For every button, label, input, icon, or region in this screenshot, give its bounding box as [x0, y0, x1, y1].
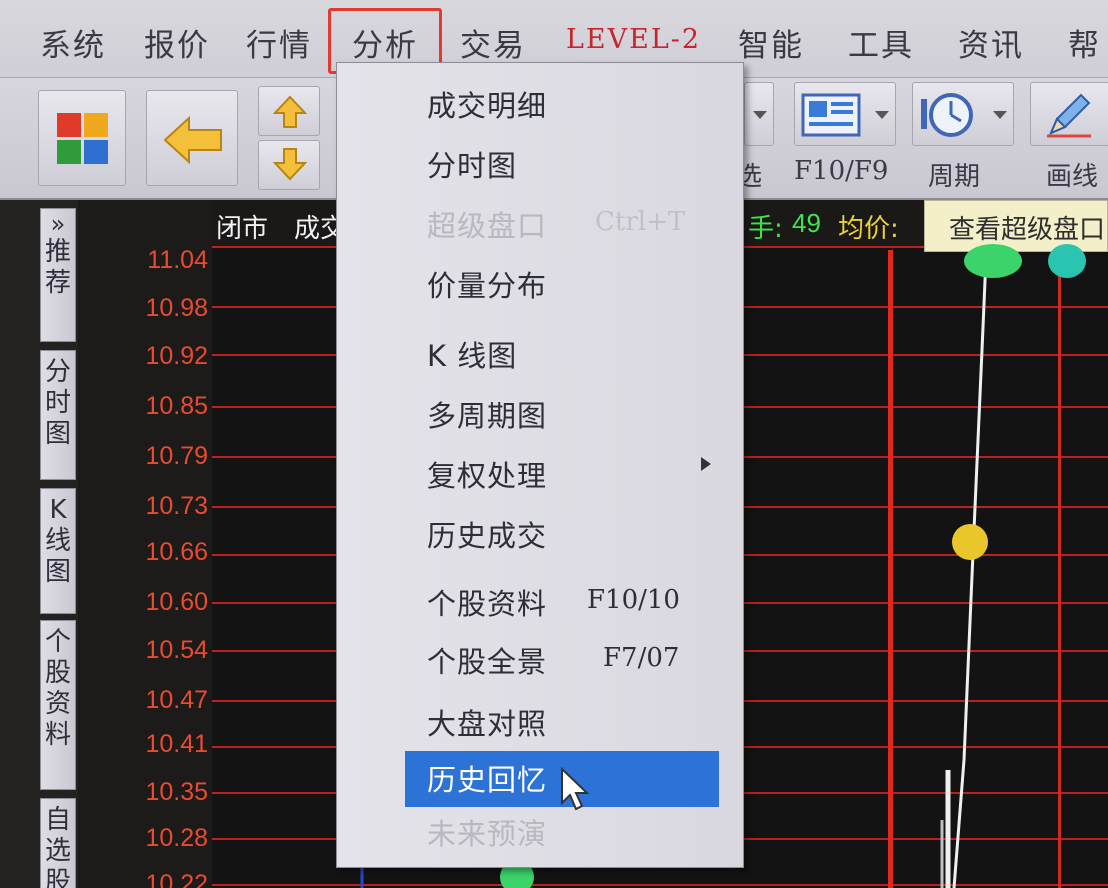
f10-document-icon — [801, 93, 861, 137]
trade-marker-yellow[interactable] — [952, 524, 988, 560]
price-tick: 10.79 — [145, 442, 208, 470]
up-arrow-icon — [273, 95, 307, 128]
page-up-button[interactable] — [258, 86, 320, 136]
price-tick: 10.98 — [145, 294, 208, 322]
menu-system[interactable]: 系统 — [40, 20, 106, 65]
side-tab-timeshare[interactable]: 分时图 — [40, 350, 76, 480]
back-button[interactable] — [146, 90, 238, 186]
price-tick: 10.28 — [145, 824, 208, 852]
side-tab-kline[interactable]: K线图 — [40, 488, 76, 614]
price-tick: 10.41 — [145, 730, 208, 758]
side-tab-label: 推荐 — [44, 237, 71, 298]
menu-quote[interactable]: 报价 — [144, 20, 210, 65]
chevron-down-icon — [875, 111, 889, 119]
price-tick: 10.35 — [145, 778, 208, 806]
period-label: 周期 — [928, 162, 981, 192]
menu-item-multi-period[interactable]: 多周期图 — [427, 393, 547, 435]
page-down-button[interactable] — [258, 140, 320, 190]
clock-period-icon — [921, 93, 973, 137]
analysis-dropdown-menu: 成交明细 分时图 超级盘口 Ctrl+T 价量分布 K 线图 多周期图 复权处理… — [336, 62, 744, 868]
menu-trade[interactable]: 交易 — [460, 20, 526, 65]
menu-level2[interactable]: LEVEL-2 — [566, 24, 701, 55]
menu-tools[interactable]: 工具 — [848, 20, 914, 65]
side-tab-recommend[interactable]: » 推荐 — [40, 208, 76, 342]
period-button[interactable] — [912, 82, 1014, 146]
price-axis: 11.04 10.98 10.92 10.85 10.79 10.73 10.6… — [78, 200, 212, 888]
price-tick: 10.22 — [145, 870, 208, 888]
price-tick: 10.73 — [145, 492, 208, 520]
side-tab-label: 自选股 — [44, 805, 71, 888]
side-tab-label: 分时图 — [44, 357, 71, 449]
trade-marker-teal[interactable] — [1048, 244, 1086, 278]
menu-shortcut: F10/10 — [587, 585, 680, 615]
price-tick: 10.60 — [145, 588, 208, 616]
menu-item-history-recall[interactable]: 历史回忆 — [427, 757, 547, 799]
menu-shortcut: F7/07 — [603, 643, 680, 673]
menu-item-volume-distribution[interactable]: 价量分布 — [427, 263, 547, 305]
down-arrow-icon — [273, 148, 307, 181]
f10-label: F10/F9 — [794, 156, 889, 186]
price-tick: 10.85 — [145, 392, 208, 420]
windows-tiles-icon — [57, 113, 108, 164]
draw-line-label: 画线 — [1046, 162, 1099, 192]
side-tab-stock-info[interactable]: 个股资料 — [40, 620, 76, 790]
menu-smart[interactable]: 智能 — [738, 20, 804, 65]
back-arrow-icon — [163, 115, 222, 165]
chevron-down-icon — [993, 111, 1007, 119]
menu-item-adjust-rights[interactable]: 复权处理 — [427, 453, 547, 495]
menu-news[interactable]: 资讯 — [958, 20, 1024, 65]
submenu-arrow-icon — [701, 457, 711, 471]
windows-tiles-button[interactable] — [38, 90, 126, 186]
menu-item-stock-panorama[interactable]: 个股全景 — [427, 639, 547, 681]
side-tabs-expand-icon[interactable]: » — [41, 209, 75, 239]
menu-item-timeshare[interactable]: 分时图 — [427, 143, 517, 185]
price-tick: 10.92 — [145, 342, 208, 370]
f10-button[interactable] — [794, 82, 896, 146]
price-tick: 10.66 — [145, 538, 208, 566]
chevron-down-icon — [753, 111, 767, 119]
menu-item-super-panel: 超级盘口 — [427, 209, 548, 243]
price-tick: 10.47 — [145, 686, 208, 714]
menu-help[interactable]: 帮 — [1068, 20, 1101, 65]
menu-item-kline[interactable]: K 线图 — [427, 333, 517, 375]
menu-shortcut: Ctrl+T — [595, 207, 686, 237]
side-tab-watchlist[interactable]: 自选股 — [40, 798, 76, 888]
menu-item-history-trades[interactable]: 历史成交 — [427, 513, 547, 555]
draw-line-button[interactable] — [1030, 82, 1108, 146]
side-tab-label: 个股资料 — [44, 627, 71, 750]
price-tick: 10.54 — [145, 636, 208, 664]
mouse-cursor-icon — [561, 767, 590, 811]
dropdown-arrow-button[interactable] — [744, 82, 774, 146]
trade-marker-green[interactable] — [964, 244, 1022, 278]
menu-item-trade-detail[interactable]: 成交明细 — [427, 83, 547, 125]
menu-item-market-compare[interactable]: 大盘对照 — [427, 701, 547, 743]
menu-market[interactable]: 行情 — [246, 20, 312, 65]
side-tab-label: K线图 — [44, 495, 71, 587]
price-tick: 11.04 — [147, 246, 208, 274]
pencil-draw-icon — [1047, 93, 1091, 138]
side-tabs: » 推荐 分时图 K线图 个股资料 自选股 — [0, 200, 78, 888]
menu-item-stock-info[interactable]: 个股资料 — [427, 581, 547, 623]
menu-item-future-preview: 未来预演 — [427, 817, 548, 851]
